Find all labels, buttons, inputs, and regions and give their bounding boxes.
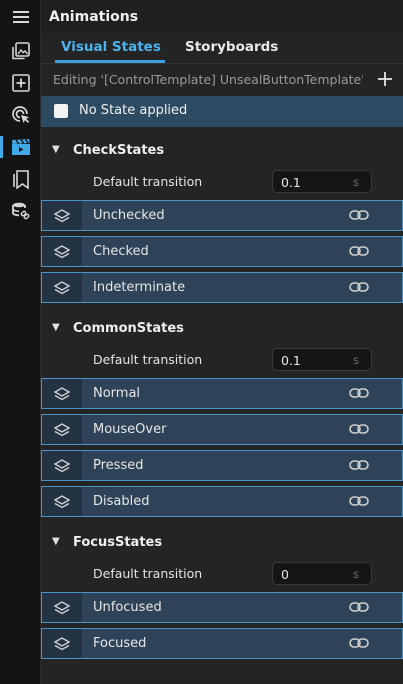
link-icon[interactable] bbox=[349, 280, 369, 294]
link-icon[interactable] bbox=[349, 386, 369, 400]
database-link-icon[interactable] bbox=[0, 196, 41, 226]
layers-icon[interactable] bbox=[42, 379, 82, 408]
bookmarks-icon[interactable] bbox=[0, 164, 41, 194]
group-name: CommonStates bbox=[73, 321, 184, 336]
collapse-caret-icon[interactable]: ▼ bbox=[52, 322, 60, 333]
default-transition-row: Default transition 0.1 s bbox=[41, 348, 403, 372]
transition-unit: s bbox=[353, 567, 359, 581]
state-name: Focused bbox=[93, 636, 147, 651]
link-icon[interactable] bbox=[349, 636, 369, 650]
default-transition-row: Default transition 0.1 s bbox=[41, 170, 403, 194]
state-row-indeterminate[interactable]: Indeterminate bbox=[41, 272, 403, 303]
no-state-row[interactable]: No State applied bbox=[41, 96, 403, 127]
state-row-normal[interactable]: Normal bbox=[41, 378, 403, 409]
transition-value: 0.1 bbox=[281, 175, 301, 190]
layers-icon[interactable] bbox=[42, 629, 82, 658]
state-name: Disabled bbox=[93, 494, 150, 509]
hamburger-menu-icon[interactable] bbox=[0, 2, 41, 32]
state-name: Indeterminate bbox=[93, 280, 186, 295]
animation-clapper-icon[interactable] bbox=[0, 132, 41, 162]
layers-icon[interactable] bbox=[42, 201, 82, 230]
transition-unit: s bbox=[353, 353, 359, 367]
link-icon[interactable] bbox=[349, 600, 369, 614]
link-icon[interactable] bbox=[349, 494, 369, 508]
state-row-disabled[interactable]: Disabled bbox=[41, 486, 403, 517]
image-gallery-icon[interactable] bbox=[0, 36, 41, 66]
add-box-icon[interactable] bbox=[0, 68, 41, 98]
transition-duration-input[interactable]: 0.1 s bbox=[272, 348, 372, 371]
state-row-checked[interactable]: Checked bbox=[41, 236, 403, 267]
collapse-caret-icon[interactable]: ▼ bbox=[52, 536, 60, 547]
transition-value: 0 bbox=[281, 567, 289, 582]
tab-storyboards[interactable]: Storyboards bbox=[185, 39, 278, 55]
layers-icon[interactable] bbox=[42, 487, 82, 516]
link-icon[interactable] bbox=[349, 244, 369, 258]
group-name: CheckStates bbox=[73, 143, 165, 158]
activity-bar bbox=[0, 0, 41, 684]
group-header-commonstates[interactable]: ▼ CommonStates bbox=[41, 319, 403, 341]
state-row-unchecked[interactable]: Unchecked bbox=[41, 200, 403, 231]
no-state-label: No State applied bbox=[79, 103, 188, 118]
transition-value: 0.1 bbox=[281, 353, 301, 368]
link-icon[interactable] bbox=[349, 422, 369, 436]
layers-icon[interactable] bbox=[42, 415, 82, 444]
state-row-mouseover[interactable]: MouseOver bbox=[41, 414, 403, 445]
state-row-pressed[interactable]: Pressed bbox=[41, 450, 403, 481]
default-transition-row: Default transition 0 s bbox=[41, 562, 403, 586]
link-icon[interactable] bbox=[349, 208, 369, 222]
transition-duration-input[interactable]: 0.1 s bbox=[272, 170, 372, 193]
state-name: MouseOver bbox=[93, 422, 167, 437]
layers-icon[interactable] bbox=[42, 237, 82, 266]
no-state-checkbox[interactable] bbox=[54, 104, 68, 118]
state-name: Normal bbox=[93, 386, 141, 401]
state-name: Unchecked bbox=[93, 208, 165, 223]
default-transition-label: Default transition bbox=[93, 566, 203, 581]
state-name: Checked bbox=[93, 244, 149, 259]
transition-unit: s bbox=[353, 175, 359, 189]
add-state-group-button[interactable] bbox=[375, 69, 395, 89]
active-tab-indicator bbox=[55, 60, 165, 63]
panel-title: Animations bbox=[41, 0, 403, 33]
group-header-focusstates[interactable]: ▼ FocusStates bbox=[41, 533, 403, 555]
layers-icon[interactable] bbox=[42, 593, 82, 622]
animations-panel: Animations Visual States Storyboards Edi… bbox=[41, 0, 403, 684]
state-name: Unfocused bbox=[93, 600, 162, 615]
default-transition-label: Default transition bbox=[93, 352, 203, 367]
state-name: Pressed bbox=[93, 458, 144, 473]
tab-visual-states[interactable]: Visual States bbox=[61, 39, 161, 55]
state-row-unfocused[interactable]: Unfocused bbox=[41, 592, 403, 623]
state-row-focused[interactable]: Focused bbox=[41, 628, 403, 659]
default-transition-label: Default transition bbox=[93, 174, 203, 189]
group-header-checkstates[interactable]: ▼ CheckStates bbox=[41, 141, 403, 163]
layers-icon[interactable] bbox=[42, 451, 82, 480]
link-icon[interactable] bbox=[349, 458, 369, 472]
editing-context-text: Editing '[ControlTemplate] UnsealButtonT… bbox=[53, 71, 363, 87]
tab-bar: Visual States Storyboards bbox=[41, 33, 403, 64]
collapse-caret-icon[interactable]: ▼ bbox=[52, 144, 60, 155]
layers-icon[interactable] bbox=[42, 273, 82, 302]
group-name: FocusStates bbox=[73, 535, 163, 550]
transition-duration-input[interactable]: 0 s bbox=[272, 562, 372, 585]
target-touch-icon[interactable] bbox=[0, 100, 41, 130]
editing-bar: Editing '[ControlTemplate] UnsealButtonT… bbox=[41, 64, 403, 94]
